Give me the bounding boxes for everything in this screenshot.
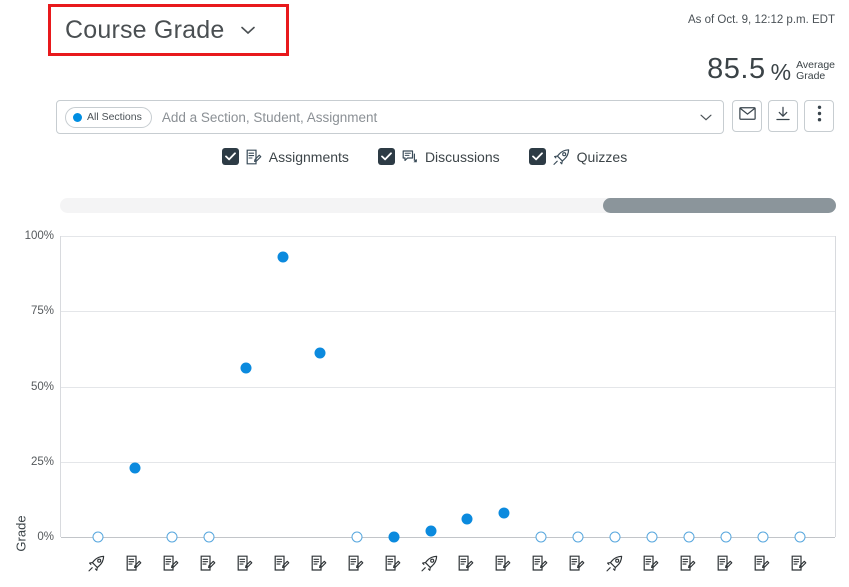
quiz-rocket-icon [553,148,570,165]
percent-symbol: % [770,59,792,85]
average-grade-label: Average Grade [796,58,835,84]
data-point[interactable] [794,531,806,543]
all-sections-pill-label: All Sections [87,111,142,123]
y-axis-ticks: 0% 25% 50% 75% 100% [0,226,54,587]
assignment-icon[interactable] [234,551,256,575]
gridline [61,236,835,237]
all-sections-pill[interactable]: All Sections [65,106,152,128]
data-point[interactable] [535,531,547,543]
horizontal-scrollbar[interactable] [60,198,836,213]
course-grade-dropdown[interactable]: Course Grade [48,4,289,56]
assignment-icon[interactable] [308,551,330,575]
data-point[interactable] [388,531,400,543]
x-axis-icons [60,551,836,581]
data-point[interactable] [240,362,252,374]
average-grade-value: 85.5 [707,53,766,85]
data-point[interactable] [166,531,178,543]
y-axis-tick-label: 75% [30,305,54,318]
page-title: Course Grade [65,15,225,44]
data-point[interactable] [203,531,215,543]
assignment-icon[interactable] [677,551,699,575]
data-point[interactable] [646,531,658,543]
data-point[interactable] [425,525,437,537]
discussion-icon [402,149,418,165]
assignment-icon[interactable] [382,551,404,575]
course-grade-page: Course Grade As of Oct. 9, 12:12 p.m. ED… [0,0,849,587]
average-grade-label-line1: Average [796,58,835,71]
as-of-timestamp: As of Oct. 9, 12:12 p.m. EDT [687,14,835,26]
kebab-menu-icon [817,105,822,127]
blue-dot-icon [73,112,82,122]
assignment-icon [246,149,262,165]
data-point[interactable] [277,251,289,263]
gridline [61,461,835,463]
gridline [61,311,835,313]
assignment-icon[interactable] [751,551,773,575]
filter-assignments[interactable]: Assignments [221,148,349,165]
download-icon [775,106,791,127]
assignment-icon[interactable] [492,551,514,575]
data-point[interactable] [314,347,326,359]
y-axis-tick-label: 100% [24,230,54,242]
average-grade-display: 85.5 % Average Grade [707,55,835,84]
filter-discussions[interactable]: Discussions [377,148,500,165]
content-type-filters: Assignments Discussions Quizzes [0,148,849,165]
filter-quizzes[interactable]: Quizzes [528,148,628,165]
assignment-icon[interactable] [197,551,219,575]
scrollbar-thumb[interactable] [603,198,836,213]
chevron-down-icon [238,20,258,40]
grade-scatter-chart: Grade 0% 25% 50% 75% 100% [0,226,849,587]
data-point[interactable] [351,531,363,543]
assignment-icon[interactable] [566,551,588,575]
y-axis-tick-label: 25% [30,455,54,468]
data-point[interactable] [129,462,141,474]
more-options-button[interactable] [804,100,834,132]
download-button[interactable] [768,100,798,132]
gridline [61,386,835,388]
assignment-icon[interactable] [640,551,662,575]
quiz-rocket-icon[interactable] [419,551,441,575]
data-point[interactable] [498,507,510,519]
assignment-icon[interactable] [788,551,810,575]
checkbox-quizzes[interactable] [528,148,546,165]
assignment-icon[interactable] [160,551,182,575]
checkbox-assignments[interactable] [221,148,239,165]
data-point[interactable] [683,531,695,543]
search-row: All Sections Add a Section, Student, Ass… [56,100,835,134]
assignment-icon[interactable] [123,551,145,575]
filter-assignments-label: Assignments [268,148,349,165]
search-input[interactable]: All Sections Add a Section, Student, Ass… [56,100,724,134]
quiz-rocket-icon[interactable] [86,551,108,575]
assignment-icon[interactable] [455,551,477,575]
average-grade-label-line2: Grade [796,70,826,83]
filter-discussions-label: Discussions [424,148,500,165]
message-students-button[interactable] [732,100,762,132]
envelope-icon [738,107,756,125]
data-point[interactable] [609,531,621,543]
y-axis-tick-label: 50% [30,380,54,393]
chevron-down-icon[interactable] [697,108,717,126]
assignment-icon[interactable] [529,551,551,575]
data-point[interactable] [757,531,769,543]
data-point[interactable] [572,531,584,543]
y-axis-tick-label: 0% [37,531,54,543]
data-point[interactable] [92,531,104,543]
quiz-rocket-icon[interactable] [603,551,625,575]
plot-area [60,236,836,543]
assignment-icon[interactable] [714,551,736,575]
assignment-icon[interactable] [271,551,293,575]
checkbox-discussions[interactable] [377,148,395,165]
data-point[interactable] [461,513,473,525]
assignment-icon[interactable] [345,551,367,575]
filter-quizzes-label: Quizzes [576,148,628,165]
search-placeholder: Add a Section, Student, Assignment [161,109,378,125]
data-point[interactable] [720,531,732,543]
